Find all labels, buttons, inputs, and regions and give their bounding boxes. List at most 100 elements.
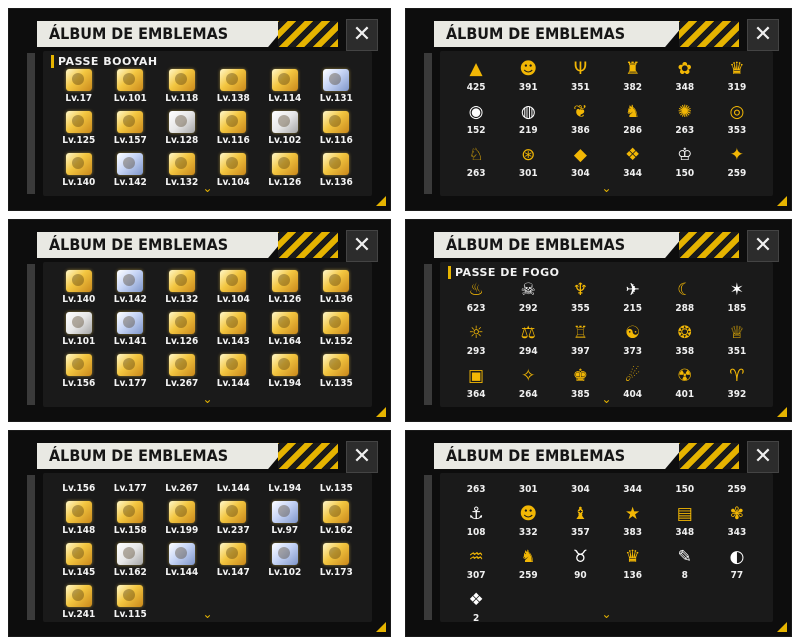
emblem-item[interactable]: ◍ 219 xyxy=(502,102,554,137)
emblem-item[interactable]: Lv.116 xyxy=(311,111,363,147)
emblem-item[interactable]: ☄ 404 xyxy=(607,366,659,401)
emblem-item[interactable]: ✿ 348 xyxy=(659,59,711,94)
emblem-item[interactable]: Lv.138 xyxy=(208,69,260,105)
emblem-item[interactable]: ✎ 8 xyxy=(659,547,711,582)
emblem-item[interactable]: Ψ 351 xyxy=(554,59,606,94)
emblem-item[interactable]: Lv.136 xyxy=(311,270,363,306)
emblem-item[interactable]: ♖ 397 xyxy=(554,323,606,358)
emblem-item[interactable]: Lv.97 xyxy=(259,501,311,537)
emblem-item[interactable]: ⊛ 301 xyxy=(502,145,554,180)
close-button[interactable]: ✕ xyxy=(747,441,779,473)
scroll-down-chevron-icon[interactable]: ⌄ xyxy=(601,608,613,620)
close-button[interactable]: ✕ xyxy=(346,19,378,51)
emblem-item[interactable]: 263 xyxy=(450,481,502,496)
emblem-item[interactable]: Lv.147 xyxy=(208,543,260,579)
emblem-item[interactable]: ♜ 382 xyxy=(607,59,659,94)
emblem-item[interactable]: Lv.118 xyxy=(156,69,208,105)
scroll-down-chevron-icon[interactable]: ⌄ xyxy=(601,182,613,194)
emblem-item[interactable]: Lv.144 xyxy=(156,543,208,579)
emblem-list-area[interactable]: PASSE DE FOGO ♨ 623 ☠ 292 ♆ 355 ✈ 215 ☾ 288 ✶ 185 ☼ 29… xyxy=(440,262,773,407)
close-button[interactable]: ✕ xyxy=(747,19,779,51)
close-button[interactable]: ✕ xyxy=(346,230,378,262)
emblem-item[interactable]: ✺ 263 xyxy=(659,102,711,137)
emblem-item[interactable]: Lv.199 xyxy=(156,501,208,537)
emblem-item[interactable]: Lv.156 xyxy=(53,354,105,390)
emblem-item[interactable]: Lv.164 xyxy=(259,312,311,348)
emblem-item[interactable]: Lv.126 xyxy=(259,270,311,306)
scroll-down-chevron-icon[interactable]: ⌄ xyxy=(202,182,214,194)
emblem-item[interactable]: ♉ 90 xyxy=(554,547,606,582)
emblem-item[interactable]: ☼ 293 xyxy=(450,323,502,358)
emblem-item[interactable]: Lv.142 xyxy=(105,153,157,189)
emblem-item[interactable]: Lv.177 xyxy=(105,481,157,495)
emblem-item[interactable]: Lv.102 xyxy=(259,111,311,147)
emblem-item[interactable]: Lv.140 xyxy=(53,153,105,189)
emblem-item[interactable]: Lv.194 xyxy=(259,354,311,390)
emblem-item[interactable]: ✧ 264 xyxy=(502,366,554,401)
emblem-item[interactable]: ♚ 385 xyxy=(554,366,606,401)
emblem-item[interactable]: ✾ 343 xyxy=(711,504,763,539)
emblem-item[interactable]: ❦ 386 xyxy=(554,102,606,137)
emblem-item[interactable]: 259 xyxy=(711,481,763,496)
emblem-item[interactable]: ✶ 185 xyxy=(711,280,763,315)
emblem-item[interactable]: Lv.267 xyxy=(156,481,208,495)
close-button[interactable]: ✕ xyxy=(346,441,378,473)
emblem-item[interactable]: ☾ 288 xyxy=(659,280,711,315)
emblem-item[interactable]: Lv.114 xyxy=(259,69,311,105)
emblem-item[interactable]: ❖ 2 xyxy=(450,590,502,625)
emblem-item[interactable]: Lv.141 xyxy=(105,312,157,348)
emblem-list-area[interactable]: Lv.156 Lv.177 Lv.267 Lv.144 Lv.194 Lv.135 Lv.1… xyxy=(43,473,372,622)
emblem-item[interactable]: ❖ 344 xyxy=(607,145,659,180)
emblem-item[interactable]: Lv.140 xyxy=(53,270,105,306)
emblem-item[interactable]: ♝ 357 xyxy=(554,504,606,539)
emblem-item[interactable]: Lv.267 xyxy=(156,354,208,390)
emblem-item[interactable]: ♒ 307 xyxy=(450,547,502,582)
emblem-item[interactable]: Lv.144 xyxy=(208,354,260,390)
emblem-item[interactable]: Lv.162 xyxy=(105,543,157,579)
emblem-item[interactable]: ♈ 392 xyxy=(711,366,763,401)
emblem-item[interactable]: Lv.101 xyxy=(105,69,157,105)
emblem-item[interactable]: Lv.158 xyxy=(105,501,157,537)
emblem-item[interactable]: ◉ 152 xyxy=(450,102,502,137)
emblem-item[interactable]: 150 xyxy=(659,481,711,496)
emblem-item[interactable]: ★ 383 xyxy=(607,504,659,539)
emblem-item[interactable]: Lv.173 xyxy=(311,543,363,579)
emblem-list-area[interactable]: Lv.140 Lv.142 Lv.132 Lv.104 Lv.126 Lv.136 Lv.1… xyxy=(43,262,372,407)
emblem-item[interactable]: Lv.135 xyxy=(311,481,363,495)
emblem-item[interactable]: ▤ 348 xyxy=(659,504,711,539)
emblem-item[interactable]: Lv.148 xyxy=(53,501,105,537)
emblem-item[interactable]: ☯ 373 xyxy=(607,323,659,358)
emblem-item[interactable]: ▣ 364 xyxy=(450,366,502,401)
emblem-item[interactable]: Lv.241 xyxy=(53,585,105,621)
emblem-item[interactable]: Lv.125 xyxy=(53,111,105,147)
emblem-item[interactable]: ✈ 215 xyxy=(607,280,659,315)
emblem-item[interactable]: Lv.126 xyxy=(156,312,208,348)
emblem-item[interactable]: ♕ 351 xyxy=(711,323,763,358)
emblem-item[interactable]: Lv.162 xyxy=(311,501,363,537)
emblem-item[interactable]: Lv.144 xyxy=(208,481,260,495)
emblem-item[interactable]: ♞ 286 xyxy=(607,102,659,137)
emblem-item[interactable]: ◎ 353 xyxy=(711,102,763,137)
emblem-item[interactable]: ☢ 401 xyxy=(659,366,711,401)
emblem-item[interactable]: ✦ 259 xyxy=(711,145,763,180)
emblem-item[interactable]: Lv.115 xyxy=(105,585,157,621)
emblem-item[interactable]: Lv.143 xyxy=(208,312,260,348)
emblem-list-area[interactable]: ▲ 425 ☻ 391 Ψ 351 ♜ 382 ✿ 348 ♛ 319 ◉ 152 ◍ 219 ❦ 386 ♞ 286… xyxy=(440,51,773,196)
emblem-item[interactable]: Lv.157 xyxy=(105,111,157,147)
emblem-item[interactable]: Lv.142 xyxy=(105,270,157,306)
emblem-item[interactable]: Lv.131 xyxy=(311,69,363,105)
scroll-down-chevron-icon[interactable]: ⌄ xyxy=(202,393,214,405)
emblem-item[interactable]: ♆ 355 xyxy=(554,280,606,315)
emblem-item[interactable]: ♨ 623 xyxy=(450,280,502,315)
emblem-item[interactable]: Lv.116 xyxy=(208,111,260,147)
emblem-item[interactable]: Lv.126 xyxy=(259,153,311,189)
close-button[interactable]: ✕ xyxy=(747,230,779,262)
emblem-item[interactable]: Lv.177 xyxy=(105,354,157,390)
emblem-item[interactable]: Lv.136 xyxy=(311,153,363,189)
emblem-item[interactable]: ♘ 263 xyxy=(450,145,502,180)
emblem-item[interactable]: Lv.101 xyxy=(53,312,105,348)
emblem-item[interactable]: Lv.17 xyxy=(53,69,105,105)
emblem-item[interactable]: Lv.152 xyxy=(311,312,363,348)
emblem-item[interactable]: 301 xyxy=(502,481,554,496)
emblem-item[interactable]: Lv.132 xyxy=(156,270,208,306)
